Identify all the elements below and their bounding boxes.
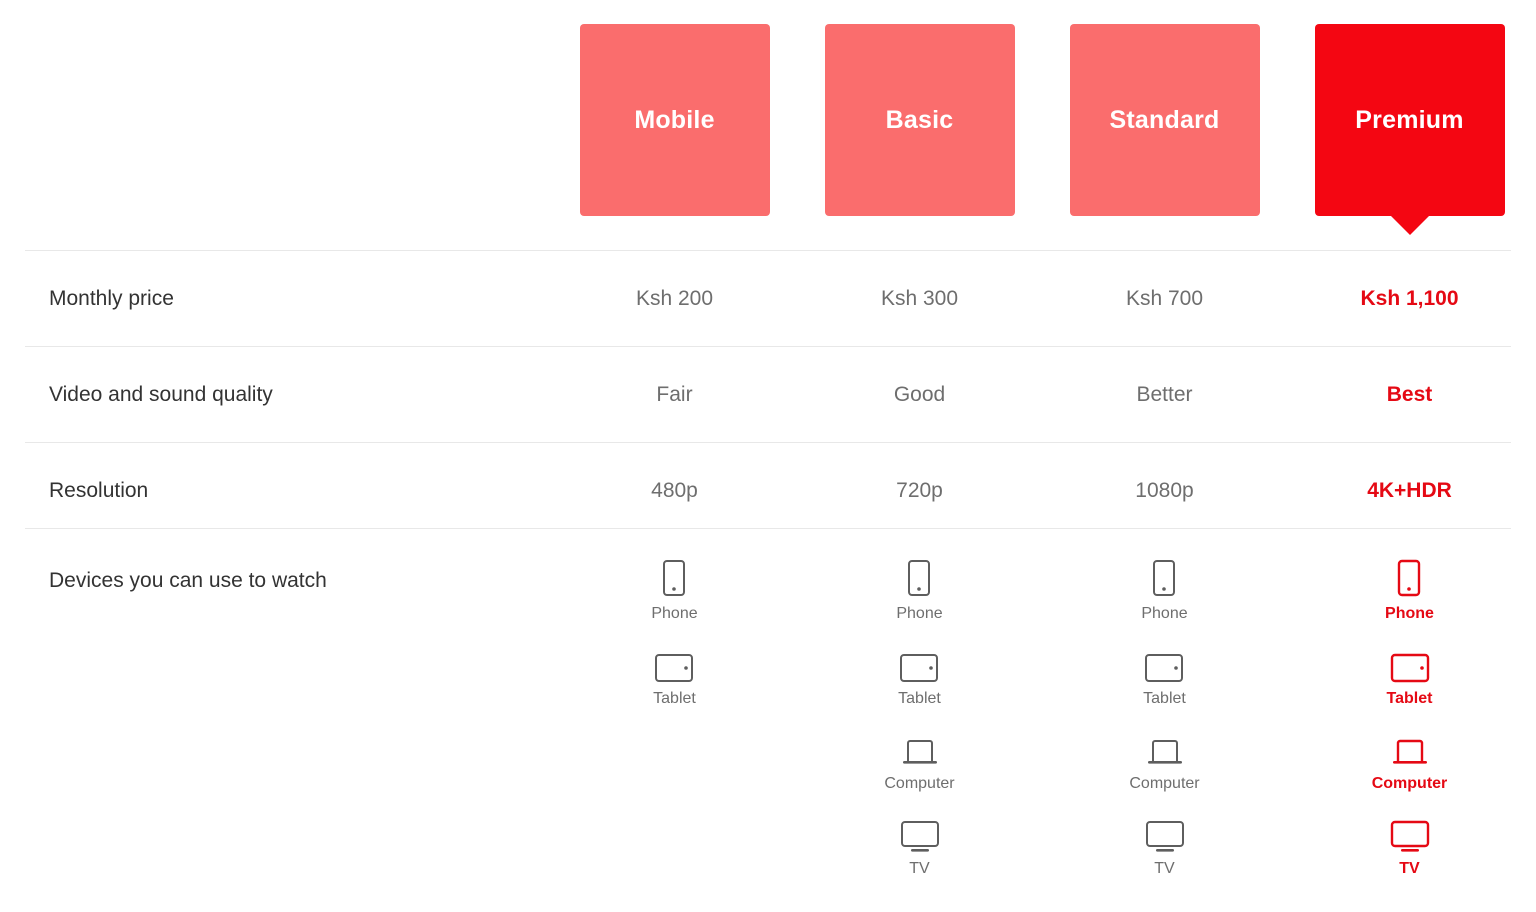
device-item: Tablet [1143, 644, 1186, 707]
device-list-basic: Phone Tablet Computer TV [884, 529, 955, 899]
tablet-icon [653, 644, 695, 684]
resolution-value-basic: 720p [896, 479, 943, 502]
price-value-standard: Ksh 700 [1125, 287, 1204, 310]
quality-value-standard: Better [1136, 383, 1193, 406]
plan-card-title: Standard [1109, 105, 1220, 134]
phone-icon [1396, 559, 1422, 599]
tv-icon [1387, 814, 1433, 854]
device-item: Computer [884, 729, 955, 792]
resolution-value-standard: 1080p [1135, 479, 1194, 502]
plan-card-mobile[interactable]: Mobile [579, 24, 770, 216]
plan-card-basic[interactable]: Basic [824, 24, 1015, 216]
feature-label: Monthly price [49, 287, 174, 310]
plan-header-row: Mobile Basic Standard Premium [0, 0, 1536, 250]
feature-label: Video and sound quality [49, 383, 273, 406]
device-item: Phone [1385, 559, 1434, 622]
device-item: TV [1142, 814, 1188, 877]
device-item: Computer [1371, 729, 1448, 792]
feature-label: Resolution [49, 479, 149, 502]
price-value-basic: Ksh 300 [880, 287, 959, 310]
computer-icon [898, 729, 942, 769]
plan-card-title: Mobile [634, 105, 715, 134]
device-item: Tablet [898, 644, 941, 707]
device-list-standard: Phone Tablet Computer TV [1129, 529, 1200, 899]
device-item: TV [897, 814, 943, 877]
plan-comparison-table: Mobile Basic Standard Premium Monthly pr… [0, 0, 1536, 912]
phone-icon [906, 559, 932, 599]
device-label: Phone [651, 605, 698, 622]
device-label: TV [1399, 860, 1420, 877]
device-item: TV [1387, 814, 1433, 877]
phone-icon [1151, 559, 1177, 599]
device-label: Computer [884, 775, 955, 792]
device-item: Computer [1129, 729, 1200, 792]
device-item: Phone [896, 559, 943, 622]
quality-value-premium: Best [1386, 383, 1433, 406]
device-list-mobile: Phone Tablet [651, 529, 698, 729]
device-item: Tablet [1386, 644, 1433, 707]
plan-card-title: Premium [1355, 105, 1464, 134]
tablet-icon [1143, 644, 1185, 684]
resolution-value-mobile: 480p [651, 479, 698, 502]
feature-label: Devices you can use to watch [49, 569, 327, 592]
quality-value-mobile: Fair [656, 383, 693, 406]
device-item: Phone [1141, 559, 1188, 622]
feature-row-resolution: Resolution 480p 720p 1080p 4K+HDR [25, 442, 1511, 528]
feature-row-devices: Devices you can use to watch Phone Tablet… [25, 528, 1511, 908]
price-value-mobile: Ksh 200 [635, 287, 714, 310]
quality-value-basic: Good [893, 383, 946, 406]
device-label: Phone [1141, 605, 1188, 622]
device-list-premium: Phone Tablet Computer TV [1371, 529, 1448, 899]
device-label: Tablet [653, 690, 696, 707]
device-label: TV [1154, 860, 1175, 877]
tv-icon [897, 814, 943, 854]
computer-icon [1143, 729, 1187, 769]
price-value-premium: Ksh 1,100 [1360, 287, 1459, 310]
device-label: Phone [1385, 605, 1434, 622]
device-label: TV [909, 860, 930, 877]
device-label: Tablet [1386, 690, 1433, 707]
tablet-icon [898, 644, 940, 684]
tablet-icon [1389, 644, 1431, 684]
device-label: Computer [1371, 775, 1448, 792]
feature-row-video-sound-quality: Video and sound quality Fair Good Better… [25, 346, 1511, 442]
device-item: Tablet [653, 644, 696, 707]
plan-card-premium[interactable]: Premium [1314, 24, 1505, 216]
resolution-value-premium: 4K+HDR [1367, 479, 1452, 502]
feature-row-monthly-price: Monthly price Ksh 200 Ksh 300 Ksh 700 Ks… [25, 250, 1511, 346]
device-label: Tablet [898, 690, 941, 707]
tv-icon [1142, 814, 1188, 854]
computer-icon [1388, 729, 1432, 769]
phone-icon [661, 559, 687, 599]
plan-card-standard[interactable]: Standard [1069, 24, 1260, 216]
device-label: Tablet [1143, 690, 1186, 707]
device-label: Computer [1129, 775, 1200, 792]
plan-card-title: Basic [885, 105, 954, 134]
device-label: Phone [896, 605, 943, 622]
device-item: Phone [651, 559, 698, 622]
